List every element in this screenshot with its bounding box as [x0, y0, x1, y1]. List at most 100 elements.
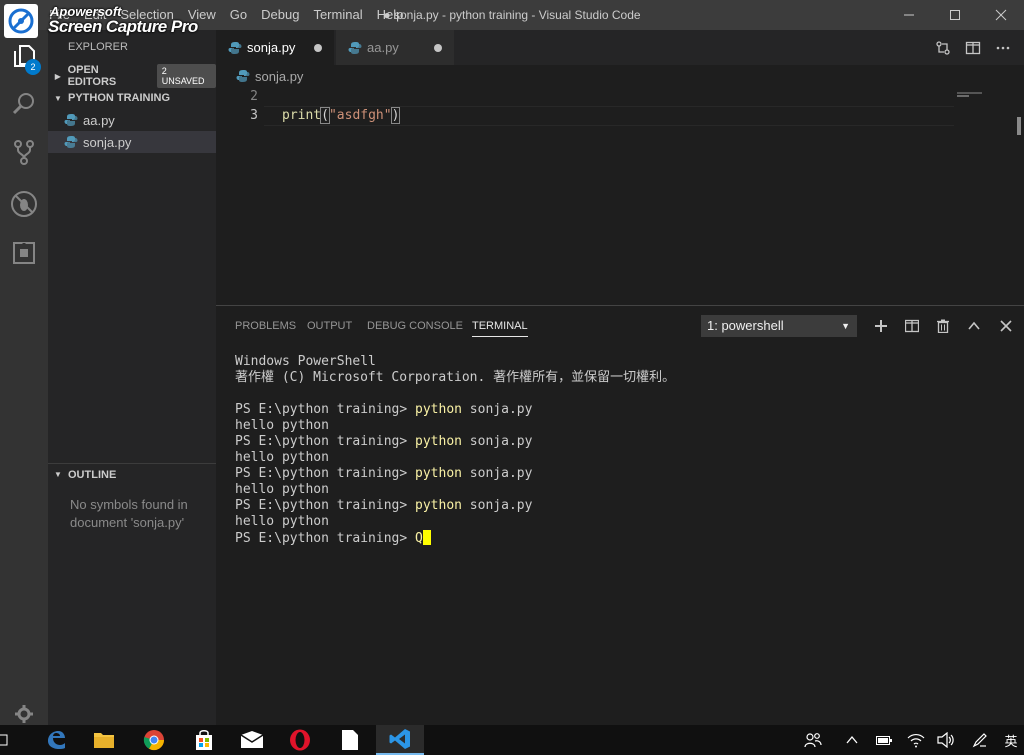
open-editors-label: OPEN EDITORS: [67, 64, 117, 88]
taskbar-opera[interactable]: [276, 725, 324, 755]
scrollbar-thumb: [1017, 117, 1021, 135]
taskbar-chrome[interactable]: [130, 725, 178, 755]
tab-problems[interactable]: PROBLEMS: [235, 320, 296, 332]
terminal-select-value: 1: powershell: [707, 318, 784, 333]
terminal-header-line: Windows PowerShell: [235, 354, 376, 369]
project-folder-header[interactable]: ▼ PYTHON TRAINING: [48, 87, 216, 109]
taskbar-store[interactable]: [180, 725, 228, 755]
activity-extensions[interactable]: [0, 229, 48, 277]
maximize-icon: [950, 10, 960, 20]
tab-debug-console[interactable]: DEBUG CONSOLE: [367, 320, 463, 332]
terminal-copyright-line: 著作權 (C) Microsoft Corporation. 著作權所有，並保留…: [235, 370, 676, 385]
tab-aa[interactable]: aa.py: [336, 30, 454, 65]
terminal-command: python: [415, 498, 462, 513]
maximize-panel-button[interactable]: [963, 315, 985, 337]
unsaved-badge: 2 UNSAVED: [156, 64, 216, 88]
editor-scrollbar[interactable]: [1010, 115, 1024, 137]
terminal-command-line: PS E:\python training> python sonja.py: [235, 402, 1015, 418]
folder-icon: [94, 733, 114, 748]
code-token-string: "asdfgh": [328, 108, 392, 123]
python-file-icon: [64, 135, 78, 149]
file-label-aa: aa.py: [83, 112, 115, 128]
battery-button[interactable]: [872, 725, 896, 755]
tab-sonja[interactable]: sonja.py: [216, 30, 334, 65]
terminal-cursor: [422, 530, 431, 545]
python-file-icon: [236, 69, 250, 83]
close-panel-button[interactable]: [995, 315, 1017, 337]
search-icon: [12, 93, 34, 115]
python-file-icon: [64, 113, 78, 127]
open-changes-button[interactable]: [928, 30, 958, 65]
line-number: 3: [250, 108, 258, 123]
terminal-typed-text: Q: [415, 531, 423, 546]
activity-search[interactable]: [0, 80, 48, 128]
file-item-aa[interactable]: aa.py: [48, 109, 216, 131]
split-editor-button[interactable]: [958, 30, 988, 65]
menu-go[interactable]: Go: [223, 0, 254, 30]
activity-manage[interactable]: [0, 702, 48, 726]
tab-output[interactable]: OUTPUT: [307, 320, 352, 332]
maximize-button[interactable]: [932, 0, 978, 30]
terminal-command: python: [415, 402, 462, 417]
pen-workspace-button[interactable]: [968, 725, 992, 755]
show-hidden-icons-button[interactable]: [840, 725, 864, 755]
split-editor-icon: [965, 41, 981, 54]
close-window-button[interactable]: [978, 0, 1024, 30]
split-terminal-button[interactable]: [901, 315, 923, 337]
close-icon: [995, 9, 1007, 21]
terminal-input-line[interactable]: PS E:\python training> Q: [235, 530, 1015, 546]
open-editors-header[interactable]: ▶ OPEN EDITORS 2 UNSAVED: [48, 64, 216, 88]
terminal-output-line: hello python: [235, 482, 329, 497]
input-method-indicator[interactable]: 英: [998, 725, 1024, 755]
unsaved-dot-icon[interactable]: [314, 44, 322, 52]
terminal-args: sonja.py: [461, 466, 533, 481]
battery-icon: [876, 736, 892, 745]
dropdown-caret-icon: ▼: [841, 321, 850, 331]
outline-label: OUTLINE: [68, 468, 117, 481]
volume-button[interactable]: [934, 725, 958, 755]
line-number: 2: [250, 89, 258, 104]
explorer-sidebar: EXPLORER ▶ OPEN EDITORS 2 UNSAVED ▼ PYTH…: [48, 30, 216, 725]
people-button[interactable]: [800, 725, 826, 755]
breadcrumb[interactable]: sonja.py: [216, 65, 1024, 87]
unsaved-dot-icon[interactable]: [434, 44, 442, 52]
menu-terminal[interactable]: Terminal: [306, 0, 369, 30]
taskbar-document[interactable]: [326, 725, 374, 755]
code-line-3[interactable]: print("asdfgh"): [282, 107, 401, 124]
menu-debug[interactable]: Debug: [254, 0, 306, 30]
task-view-button[interactable]: [0, 725, 16, 755]
terminal-instance-select[interactable]: 1: powershell ▼: [701, 315, 857, 337]
terminal-output[interactable]: Windows PowerShell 著作權 (C) Microsoft Cor…: [235, 354, 1015, 546]
code-editor[interactable]: 2 3 print("asdfgh"): [216, 87, 1024, 305]
minimap-preview: [957, 92, 982, 97]
terminal-output-line: hello python: [235, 514, 329, 529]
taskbar-vscode[interactable]: [376, 725, 424, 755]
chevron-up-icon: [968, 321, 980, 330]
split-terminal-icon: [905, 319, 919, 333]
taskbar-edge[interactable]: [32, 725, 80, 755]
edge-browser-icon: [48, 731, 65, 749]
bottom-panel: PROBLEMS OUTPUT DEBUG CONSOLE TERMINAL 1…: [216, 305, 1024, 725]
breadcrumb-file: sonja.py: [255, 68, 304, 84]
minimize-button[interactable]: [886, 0, 932, 30]
activity-source-control[interactable]: [0, 128, 48, 176]
outline-header[interactable]: ▼ OUTLINE: [48, 463, 216, 485]
tab-terminal[interactable]: TERMINAL: [472, 320, 528, 337]
terminal-command: python: [415, 466, 462, 481]
kill-terminal-button[interactable]: [932, 315, 954, 337]
gear-icon: [15, 705, 33, 723]
taskbar-file-explorer[interactable]: [80, 725, 128, 755]
new-terminal-button[interactable]: [870, 315, 892, 337]
file-item-sonja[interactable]: sonja.py: [48, 131, 216, 153]
vscode-icon: [389, 729, 410, 749]
code-token-function: print: [282, 108, 322, 123]
taskbar-mail[interactable]: [228, 725, 276, 755]
close-icon: [1000, 320, 1012, 332]
activity-debug[interactable]: [0, 180, 48, 228]
more-actions-button[interactable]: [988, 30, 1018, 65]
people-icon: [804, 733, 822, 748]
watermark-product: Screen Capture Pro: [48, 17, 198, 36]
extensions-icon: [13, 242, 35, 264]
network-button[interactable]: [904, 725, 928, 755]
